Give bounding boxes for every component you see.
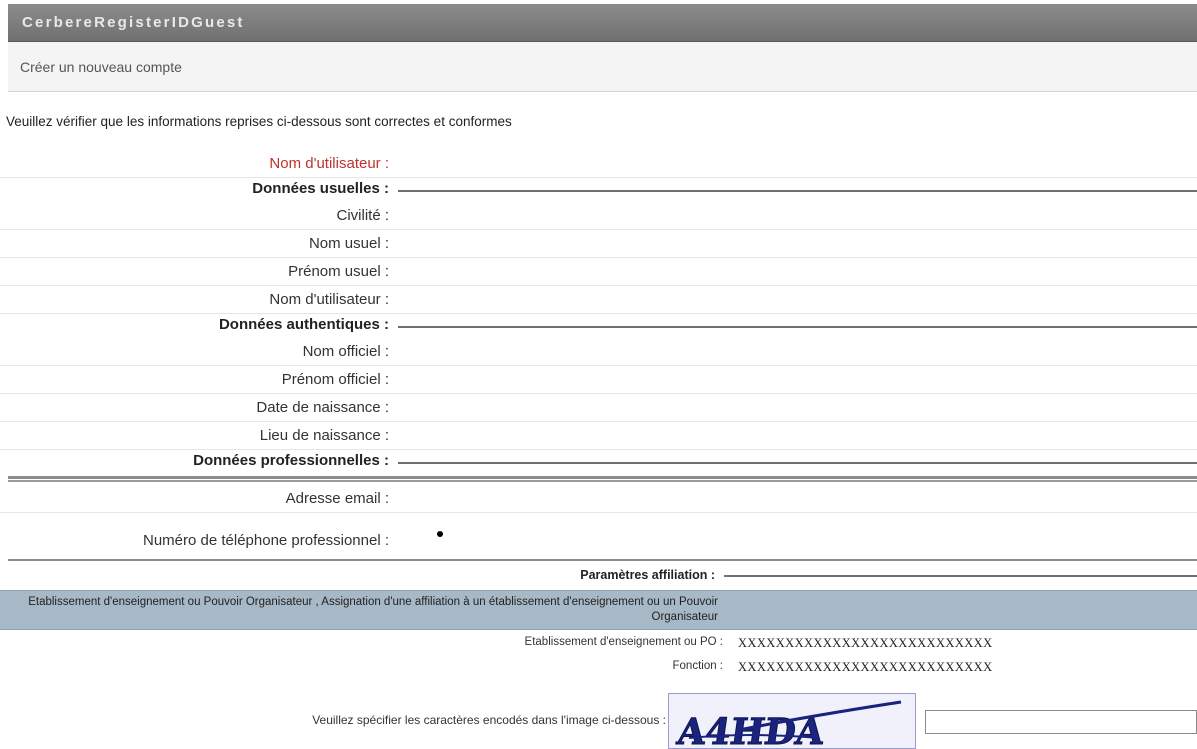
section-affiliation: Paramètres affiliation : [0,564,1197,588]
nom-usuel-label: Nom usuel : [308,235,389,252]
nom-utilisateur-row: Nom d'utilisateur : [0,286,1197,314]
telephone-label: Numéro de téléphone professionnel : [143,532,389,549]
nom-utilisateur-label: Nom d'utilisateur : [269,291,389,308]
date-naissance-label: Date de naissance : [256,399,389,416]
telephone-row: Numéro de téléphone professionnel : [0,523,1197,557]
section-divider [398,326,1197,328]
fonction-row: Fonction : XXXXXXXXXXXXXXXXXXXXXXXXXXX [0,656,1197,680]
captcha-text: A4HDA [674,710,828,749]
section-pro: Données professionnelles : [0,450,1197,474]
section-divider [724,575,1197,577]
username-row: Nom d'utilisateur : [0,150,1197,178]
section-pro-title: Données professionnelles : [193,452,389,469]
redaction-mark [437,531,443,537]
captcha-input[interactable] [925,710,1197,734]
etablissement-value: XXXXXXXXXXXXXXXXXXXXXXXXXXX [738,636,993,650]
captcha-label: Veuillez spécifier les caractères encodé… [312,713,666,727]
nom-officiel-row: Nom officiel : [0,338,1197,366]
affiliation-header-text: Etablissement d'enseignement ou Pouvoir … [28,596,718,623]
section-divider [398,190,1197,192]
window-title: CerbereRegisterIDGuest [22,14,245,31]
captcha-image: A4HDA [668,693,916,749]
prenom-usuel-label: Prénom usuel : [288,263,389,280]
email-label: Adresse email : [285,490,389,507]
double-separator [8,476,1197,482]
date-naissance-row: Date de naissance : [0,394,1197,422]
section-usual-title: Données usuelles : [252,180,389,197]
lieu-naissance-row: Lieu de naissance : [0,422,1197,450]
username-label: Nom d'utilisateur : [269,155,389,172]
prenom-officiel-label: Prénom officiel : [281,371,389,388]
lieu-naissance-label: Lieu de naissance : [259,427,389,444]
section-usual: Données usuelles : [0,178,1197,202]
intro-text: Veuillez vérifier que les informations r… [6,114,512,129]
section-auth-title: Données authentiques : [218,316,389,333]
page-subtitle: Créer un nouveau compte [20,59,182,75]
prenom-officiel-row: Prénom officiel : [0,366,1197,394]
fonction-value: XXXXXXXXXXXXXXXXXXXXXXXXXXX [738,660,993,674]
affiliation-header-bar: Etablissement d'enseignement ou Pouvoir … [0,590,1197,630]
civilite-row: Civilité : [0,202,1197,230]
section-auth: Données authentiques : [0,314,1197,338]
page-header: Créer un nouveau compte [8,42,1197,92]
nom-usuel-row: Nom usuel : [0,230,1197,258]
section-divider [398,462,1197,464]
prenom-usuel-row: Prénom usuel : [0,258,1197,286]
etablissement-row: Etablissement d'enseignement ou PO : XXX… [0,632,1197,656]
captcha-glyphs: A4HDA [673,700,902,749]
email-row: Adresse email : [0,485,1197,513]
section-affiliation-title: Paramètres affiliation : [580,568,715,582]
nom-officiel-label: Nom officiel : [302,343,389,360]
etablissement-label: Etablissement d'enseignement ou PO : [524,636,723,648]
fonction-label: Fonction : [672,660,724,672]
civilite-label: Civilité : [336,207,389,224]
separator [8,559,1197,561]
window-title-bar: CerbereRegisterIDGuest [8,4,1197,42]
